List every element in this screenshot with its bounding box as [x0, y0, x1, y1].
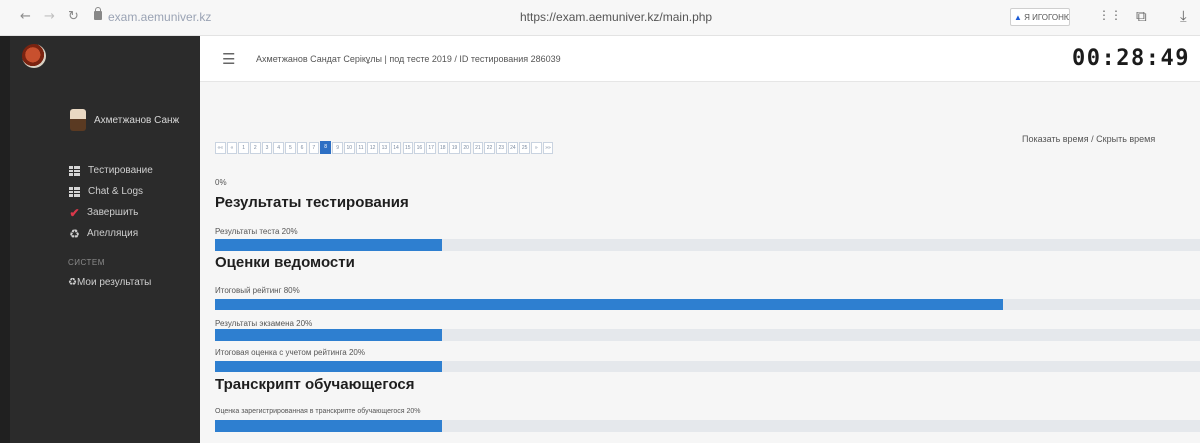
page-button[interactable]: 15 — [402, 142, 413, 154]
results-panel: Показать время / Скрыть время «« «1 2 3 4 5 6 7… — [200, 82, 1200, 443]
reload-icon[interactable]: ↻ — [68, 9, 79, 24]
page-button[interactable]: 24 — [507, 142, 519, 154]
sidebar-item-my-results[interactable]: ♻ Мои результаты — [68, 272, 151, 292]
sidebar-item-appeal[interactable]: ♻ Апелляция — [68, 223, 153, 244]
sidebar-item-label: Тестирование — [88, 165, 153, 176]
bar-label-test-result: Результаты теста 20% — [215, 227, 298, 236]
download-icon[interactable]: ⤓ — [1180, 8, 1187, 25]
progress-transcript — [215, 420, 1200, 432]
progress-final-rating — [215, 299, 1200, 310]
bar-label-transcript: Оценка зарегистрированная в транскрипте … — [215, 408, 421, 415]
translate-icon[interactable]: ⧉ — [1136, 8, 1147, 25]
bar-label-final-grade: Итоговая оценка с учетом рейтинга 20% — [215, 348, 365, 357]
time-toggle: Показать время / Скрыть время — [1022, 134, 1155, 144]
section-title-transcript: Транскрипт обучающегося — [215, 376, 415, 393]
recycle-icon: ♻ — [69, 226, 80, 241]
page-button[interactable]: 21 — [472, 142, 484, 154]
page-button[interactable]: 4 — [273, 142, 284, 154]
page-button[interactable]: » — [531, 142, 542, 154]
percent-label: 0% — [215, 178, 227, 187]
lock-icon[interactable] — [94, 7, 102, 20]
page-button[interactable]: 1 — [238, 142, 249, 154]
hide-time-link[interactable]: Скрыть время — [1096, 134, 1155, 144]
question-pagination: «« «1 2 3 4 5 6 7 8 9 10 11 12 13 14 15 16 17 18 19 20 21 22 23… — [215, 141, 554, 154]
toggle-separator: / — [1091, 134, 1094, 144]
avatar — [70, 109, 86, 131]
sidebar-item-testing[interactable]: Тестирование — [68, 160, 153, 181]
sidebar-item-label: Мои результаты — [76, 276, 152, 288]
page-button[interactable]: 18 — [437, 142, 449, 154]
page-button[interactable]: 20 — [460, 142, 472, 154]
page-button[interactable]: « — [226, 142, 238, 154]
check-icon: ✔ — [69, 205, 80, 220]
page-button[interactable]: 19 — [449, 142, 460, 154]
page-button[interactable]: 23 — [496, 142, 507, 154]
page-button[interactable]: 2 — [250, 142, 261, 154]
sidebar-item-label: Chat & Logs — [88, 186, 144, 197]
menu-icon[interactable]: ☰ — [222, 50, 235, 68]
grid-icon — [69, 186, 80, 197]
grid-icon — [69, 165, 80, 176]
breadcrumb: Ахметжанов Сандат Серікұлы | под тесте 2… — [256, 54, 561, 64]
arrow-left-icon[interactable]: ← — [20, 9, 31, 24]
page-button[interactable]: «« — [215, 142, 226, 154]
sidebar-item-label: Завершить — [87, 207, 139, 218]
sidebar-menu-system: ♻ Мои результаты — [68, 272, 151, 292]
page-button[interactable]: 3 — [261, 142, 273, 154]
user-name: Ахметжанов Санж — [94, 114, 180, 126]
browser-toolbar: ← → ↻ exam.aemuniver.kz https://exam.aem… — [0, 0, 1200, 36]
sidebar-edge — [0, 36, 10, 443]
show-time-link[interactable]: Показать время — [1022, 134, 1089, 144]
bar-label-exam-result: Результаты экзамена 20% — [215, 319, 313, 328]
progress-test-result — [215, 239, 1200, 251]
extension-button[interactable]: ▲ Я ИГОГОНЮЮ — [1010, 8, 1070, 26]
page-button[interactable]: 12 — [367, 142, 378, 154]
page-button[interactable]: 16 — [414, 142, 425, 154]
sidebar-section-title: СИСТЕМ — [68, 258, 105, 267]
page-button[interactable]: 10 — [344, 142, 355, 154]
progress-final-grade — [215, 361, 1200, 372]
address-bar-url[interactable]: https://exam.aemuniver.kz/main.php — [520, 10, 712, 24]
progress-fill — [215, 361, 442, 372]
arrow-right-icon[interactable]: → — [44, 9, 55, 24]
progress-fill — [215, 239, 442, 251]
page-button[interactable]: 9 — [332, 142, 343, 154]
page-button[interactable]: 5 — [285, 142, 296, 154]
page-button[interactable]: 11 — [355, 142, 367, 154]
section-title-test-results: Результаты тестирования — [215, 194, 409, 211]
page-button[interactable]: 13 — [379, 142, 390, 154]
progress-fill — [215, 299, 1003, 310]
sidebar-item-chat-logs[interactable]: Chat & Logs — [68, 181, 153, 202]
progress-fill — [215, 420, 442, 432]
progress-exam-result — [215, 329, 1200, 341]
header: ☰ Ахметжанов Сандат Серікұлы | под тесте… — [200, 36, 1200, 82]
sidebar-item-label: Апелляция — [87, 228, 139, 239]
page-button[interactable]: 6 — [296, 142, 308, 154]
university-logo[interactable] — [22, 44, 46, 68]
page-button[interactable]: 8 — [320, 141, 332, 154]
page-button[interactable]: 7 — [308, 142, 319, 154]
section-title-gradebook: Оценки ведомости — [215, 254, 355, 271]
extension-label: Я ИГОГОНЮЮ — [1024, 13, 1069, 22]
countdown-timer: 00:28:49 — [1072, 46, 1190, 71]
page-button[interactable]: 25 — [519, 142, 530, 154]
page-button[interactable]: 22 — [484, 142, 495, 154]
page-button[interactable]: 14 — [390, 142, 402, 154]
user-profile[interactable]: Ахметжанов Санж — [70, 106, 179, 134]
recycle-icon: ♻ — [68, 276, 77, 288]
sidebar: Ахметжанов Санж Тестирование Chat & Logs… — [0, 36, 200, 443]
address-bar-host[interactable]: exam.aemuniver.kz — [108, 10, 211, 24]
sidebar-menu: Тестирование Chat & Logs ✔ Завершить ♻ А… — [68, 160, 153, 244]
page-button[interactable]: »» — [542, 142, 554, 154]
progress-fill — [215, 329, 442, 341]
bar-label-final-rating: Итоговый рейтинг 80% — [215, 286, 300, 295]
page-button[interactable]: 17 — [425, 142, 437, 154]
bookmarks-icon[interactable]: ⋮⋮ — [1098, 8, 1122, 22]
sidebar-item-finish[interactable]: ✔ Завершить — [68, 202, 153, 223]
